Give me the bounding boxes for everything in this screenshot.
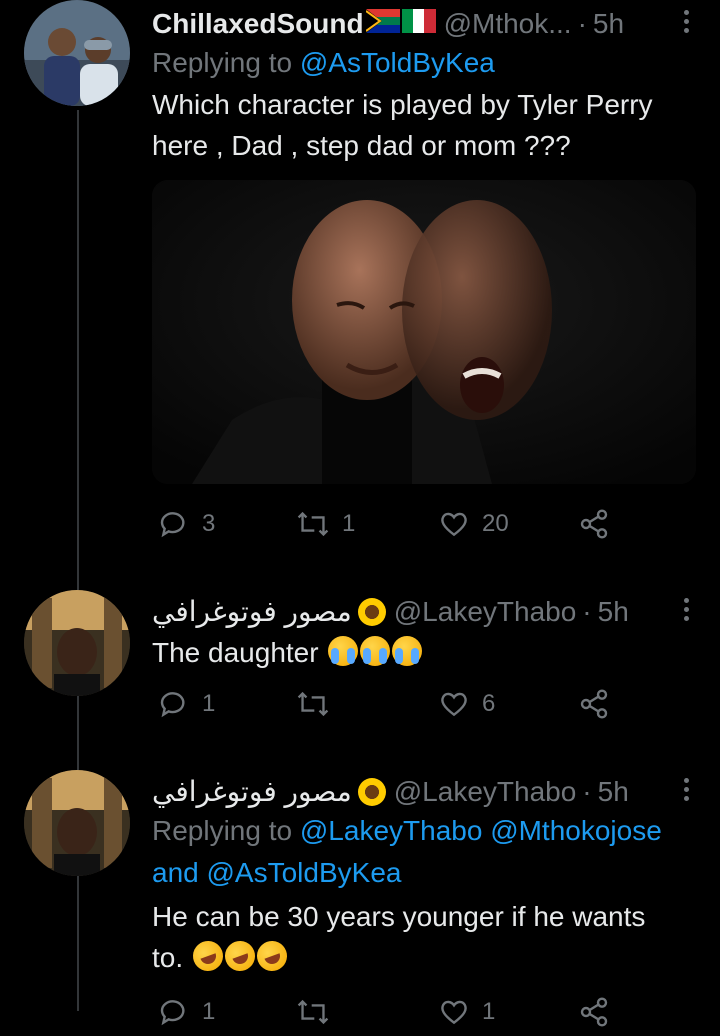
avatar[interactable]: [24, 590, 130, 696]
more-icon[interactable]: [676, 598, 696, 624]
author-name[interactable]: مصور فوتوغرافي: [152, 594, 352, 630]
like-count: 20: [482, 510, 509, 537]
share-button[interactable]: [578, 996, 610, 1028]
author-handle[interactable]: @LakeyThabo: [394, 774, 577, 810]
share-icon: [580, 509, 608, 539]
retweet-count: 1: [342, 510, 356, 537]
reply-button[interactable]: 3: [158, 508, 215, 540]
like-count: 6: [482, 690, 496, 717]
replying-to: Replying to @LakeyThabo @Mthokojose and …: [152, 815, 662, 888]
like-button[interactable]: 20: [438, 508, 509, 540]
like-icon: [441, 512, 467, 537]
timestamp[interactable]: 5h: [598, 594, 629, 630]
reply-icon: [160, 512, 185, 538]
reply-icon: [160, 692, 185, 718]
reply-icon: [160, 1000, 185, 1026]
share-icon: [580, 689, 608, 719]
share-icon: [580, 997, 608, 1027]
italy-flag-icon: [401, 6, 436, 42]
reply-count: 1: [202, 690, 216, 717]
reply-count: 1: [202, 998, 216, 1025]
rofl-emoji-icon: [252, 936, 292, 976]
retweet-icon: [297, 999, 329, 1025]
separator: ·: [582, 776, 592, 807]
retweet-button[interactable]: 1: [296, 508, 355, 540]
tweet-text: Which character is played by Tyler Perry…: [152, 89, 653, 161]
tweet-text: He can be 30 years younger if he wants t…: [152, 896, 696, 978]
crying-emoji-icon: [392, 636, 423, 666]
timestamp[interactable]: 5h: [593, 6, 624, 42]
like-icon: [441, 1000, 467, 1025]
tweet-image[interactable]: [152, 180, 696, 484]
share-button[interactable]: [578, 688, 610, 720]
rofl-emoji-icon: [188, 936, 228, 976]
like-count: 1: [482, 998, 496, 1025]
tweet-text: The daughter: [152, 632, 696, 673]
reply-button[interactable]: 1: [158, 996, 215, 1028]
more-icon[interactable]: [676, 10, 696, 36]
author-name[interactable]: مصور فوتوغرافي: [152, 774, 352, 810]
reply-button[interactable]: 1: [158, 688, 215, 720]
mention-link[interactable]: @AsToldByKea: [207, 857, 402, 888]
like-icon: [441, 692, 467, 717]
replying-to: Replying to @AsToldByKea: [152, 47, 495, 78]
separator: ·: [577, 8, 587, 39]
author-name[interactable]: ChillaxedSound: [152, 6, 364, 42]
reply-count: 3: [202, 510, 216, 537]
separator: ·: [582, 596, 592, 627]
author-handle[interactable]: @Mthok...: [444, 6, 572, 42]
sunflower-icon: [357, 778, 386, 806]
retweet-icon: [297, 511, 329, 537]
avatar[interactable]: [24, 770, 130, 876]
share-button[interactable]: [578, 508, 610, 540]
retweet-icon: [297, 691, 329, 717]
mention-link[interactable]: @LakeyThabo @Mthokojose: [300, 815, 662, 846]
retweet-button[interactable]: [296, 996, 342, 1028]
author-handle[interactable]: @LakeyThabo: [394, 594, 577, 630]
retweet-button[interactable]: [296, 688, 342, 720]
like-button[interactable]: 1: [438, 996, 495, 1028]
sunflower-icon: [357, 598, 386, 626]
crying-emoji-icon: [328, 636, 359, 666]
rofl-emoji-icon: [220, 936, 260, 976]
south-africa-flag-icon: [364, 6, 400, 42]
timestamp[interactable]: 5h: [598, 774, 629, 810]
more-icon[interactable]: [676, 778, 696, 804]
like-button[interactable]: 6: [438, 688, 495, 720]
avatar[interactable]: [24, 0, 130, 106]
crying-emoji-icon: [360, 636, 391, 666]
mention-link[interactable]: @AsToldByKea: [300, 47, 495, 78]
